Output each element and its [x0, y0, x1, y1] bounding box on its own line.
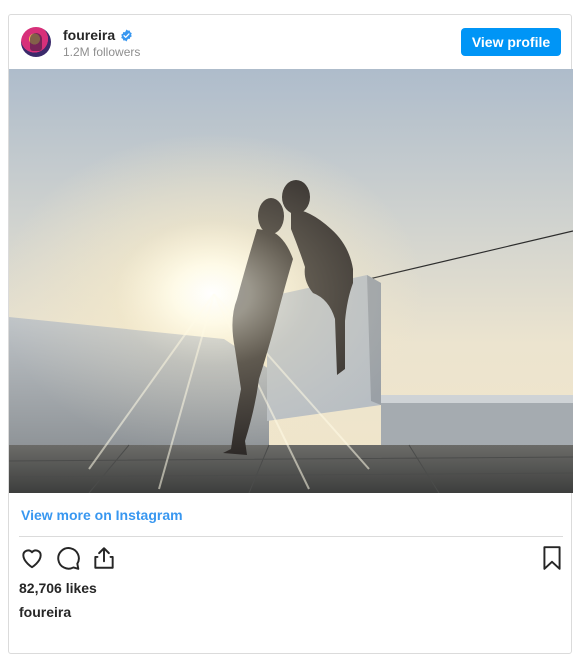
bookmark-icon [543, 546, 561, 570]
username-row: foureira [63, 27, 133, 43]
avatar[interactable] [21, 27, 51, 57]
save-button[interactable] [539, 545, 565, 571]
like-count: 82,706 likes [19, 580, 97, 596]
post-photo[interactable] [9, 69, 573, 493]
username[interactable]: foureira [63, 27, 115, 43]
verified-badge-icon [121, 29, 132, 41]
view-more-link[interactable]: View more on Instagram [21, 507, 183, 523]
follower-count: 1.2M followers [63, 45, 141, 59]
caption-username[interactable]: foureira [19, 604, 71, 620]
instagram-embed-card: foureira 1.2M followers View profile Vie… [8, 14, 573, 654]
action-bar [9, 545, 571, 575]
comment-icon [57, 547, 80, 570]
view-profile-button[interactable]: View profile [461, 28, 561, 56]
photo-illustration [9, 69, 573, 493]
share-icon [94, 547, 114, 569]
post-header: foureira 1.2M followers View profile [9, 15, 571, 69]
share-button[interactable] [91, 545, 117, 571]
divider [19, 536, 563, 537]
like-button[interactable] [19, 545, 45, 571]
comment-button[interactable] [55, 545, 81, 571]
heart-icon [22, 549, 42, 569]
